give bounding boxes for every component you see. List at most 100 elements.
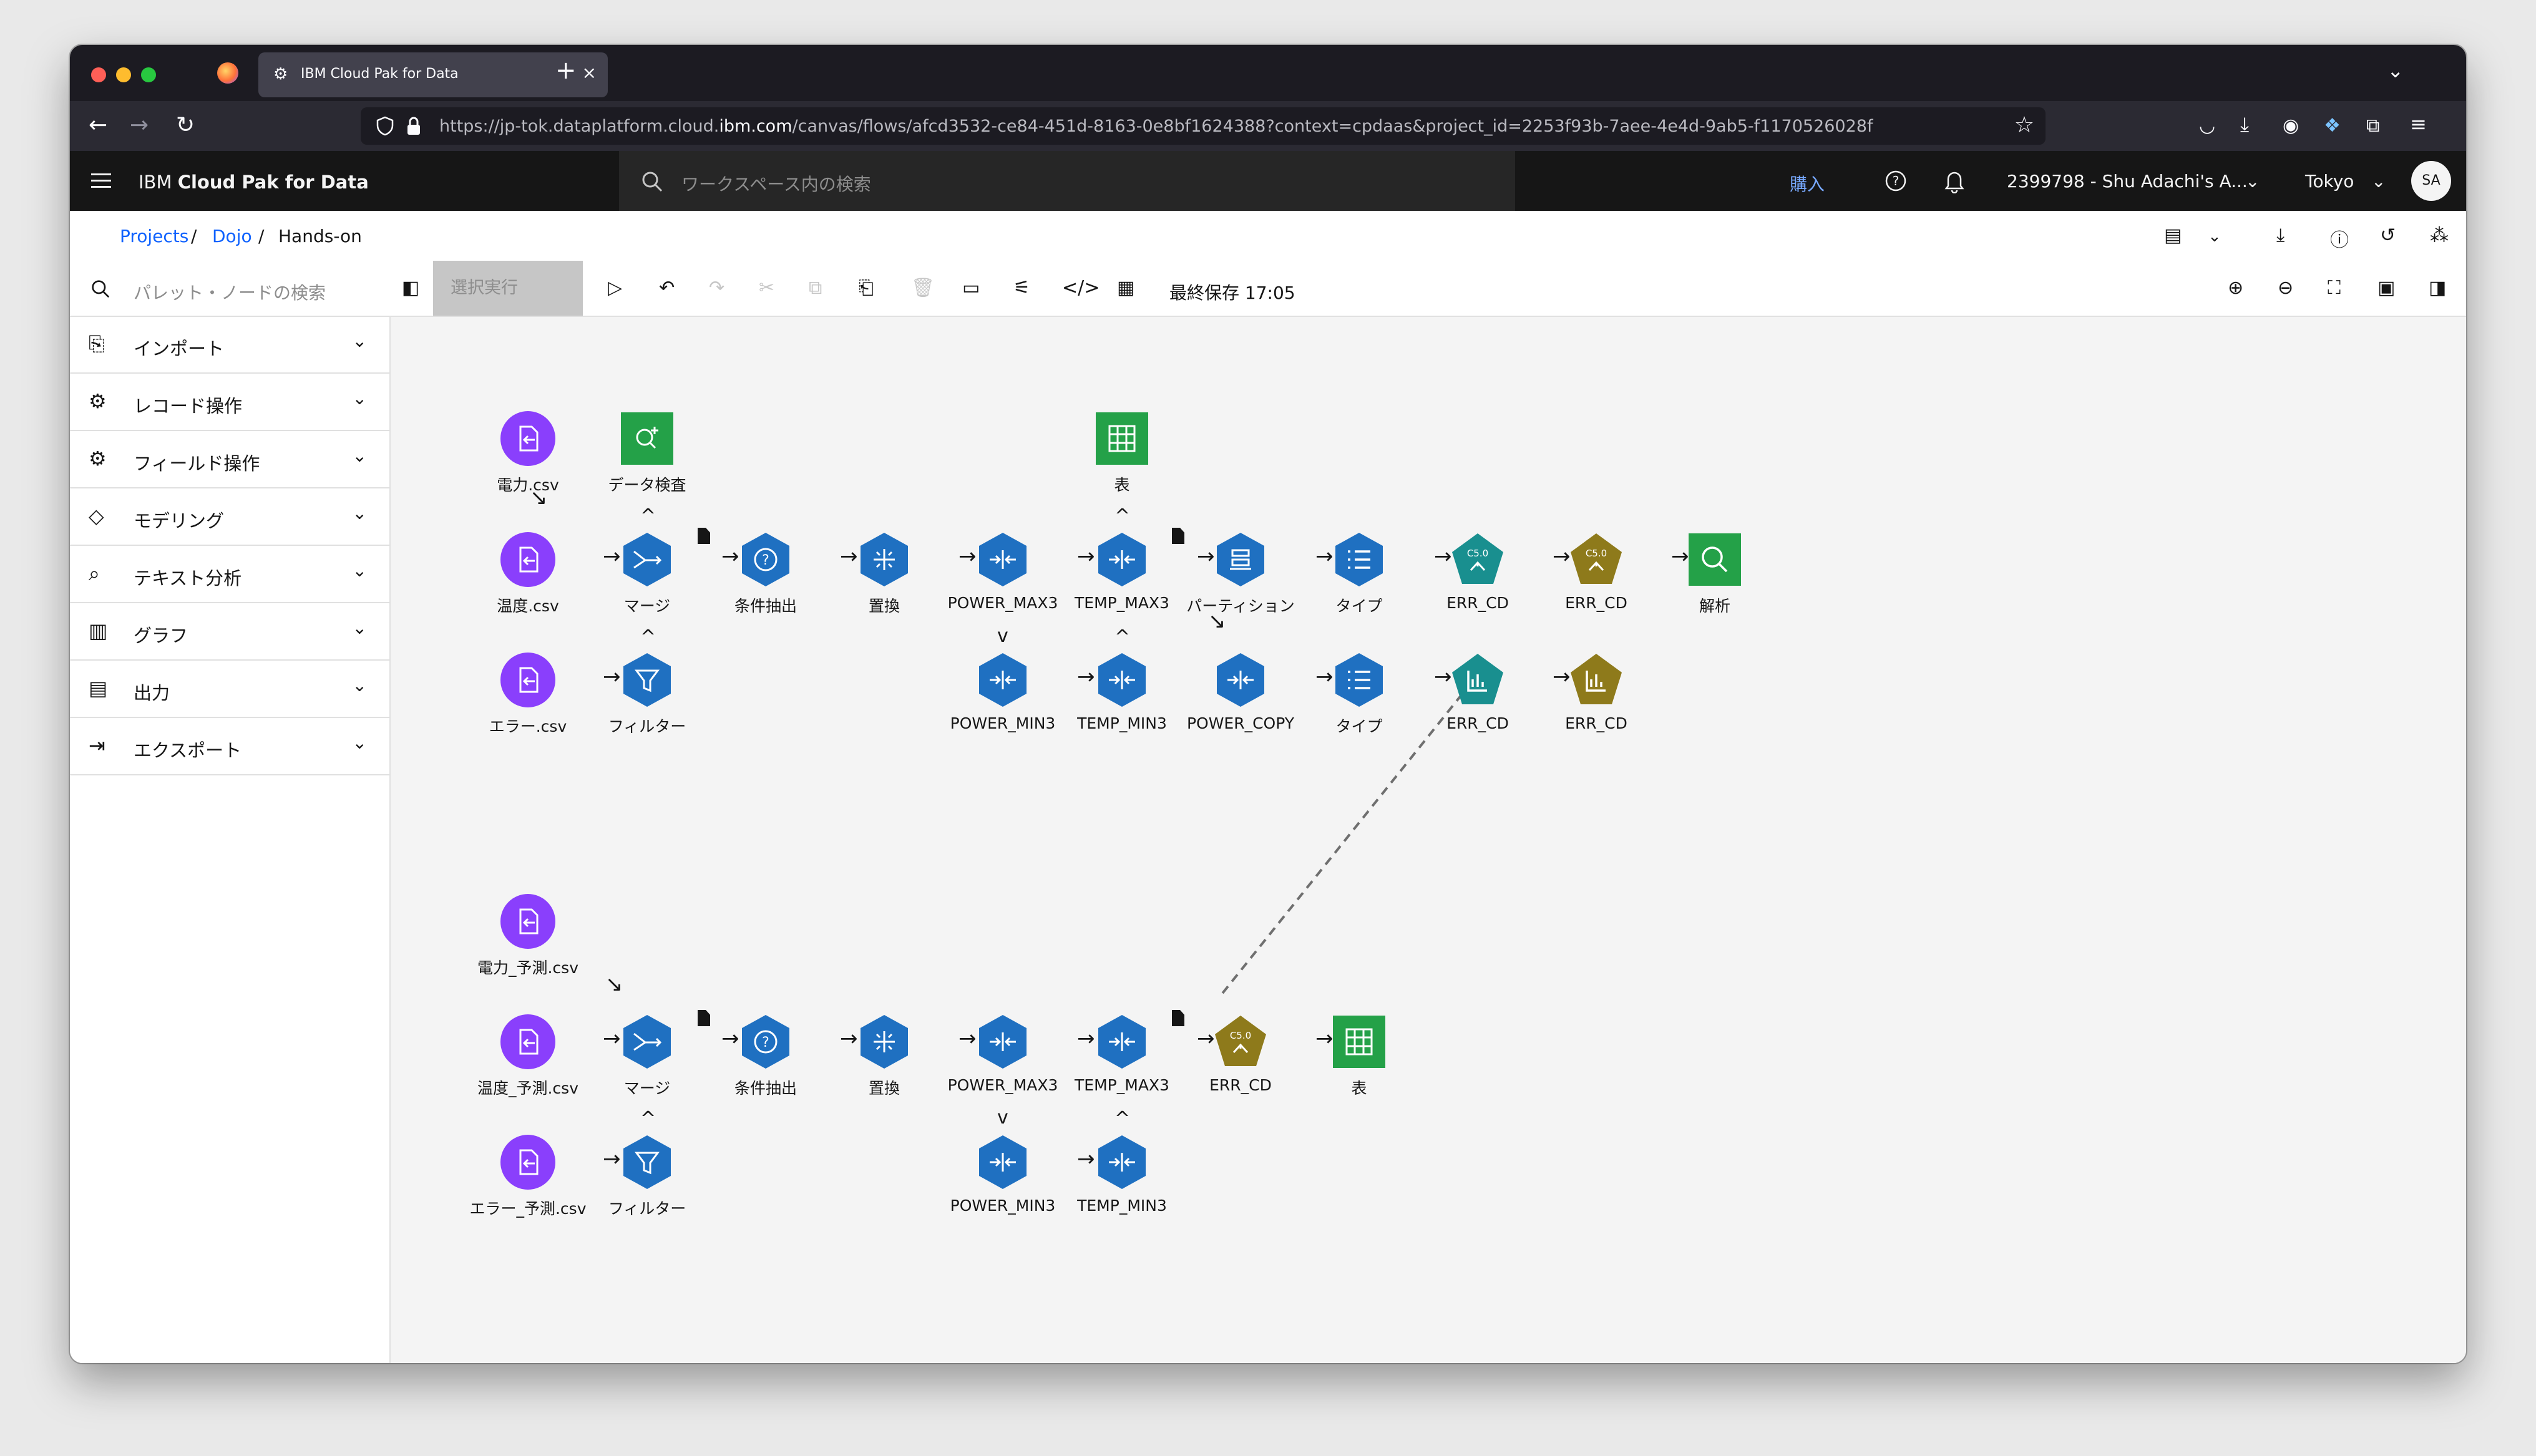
tab-close-icon[interactable]: × — [582, 62, 597, 83]
downloads-icon[interactable]: ⤓ — [2240, 112, 2249, 137]
app-title[interactable]: IBM Cloud Pak for Data — [139, 172, 369, 193]
node-merge-1[interactable]: マージ — [582, 531, 713, 615]
lock-icon[interactable] — [406, 116, 422, 136]
node-power-max3-1[interactable]: POWER_MAX3 — [937, 531, 1068, 612]
buy-link[interactable]: 購入 — [1790, 171, 1825, 196]
reload-icon[interactable]: ↻ — [176, 112, 195, 138]
undo-icon[interactable]: ↶ — [659, 277, 675, 299]
flow-settings-icon[interactable]: ▤ — [2164, 225, 2182, 246]
download-icon[interactable]: ⤓ — [2276, 225, 2285, 246]
palette-search-input[interactable]: パレット・ノードの検索 — [70, 261, 389, 317]
node-data-audit[interactable]: データ検査 — [582, 410, 713, 494]
history-icon[interactable]: ↺ — [2380, 225, 2396, 246]
node-source-error-pred[interactable]: エラー_予測.csv — [462, 1134, 593, 1218]
node-select-2[interactable]: ? 条件抽出 — [700, 1014, 831, 1097]
toggle-palette-icon[interactable]: ◧ — [402, 277, 419, 299]
main-menu-icon[interactable] — [91, 172, 111, 190]
node-power-copy[interactable]: POWER_COPY — [1175, 652, 1306, 732]
node-errcd-model-2[interactable]: ERR_CD — [1412, 652, 1543, 732]
run-selection-button[interactable]: 選択実行 — [433, 261, 583, 316]
close-window-button[interactable] — [91, 67, 106, 82]
node-replace-2[interactable]: 置換 — [819, 1014, 950, 1097]
node-source-error[interactable]: エラー.csv — [462, 652, 593, 735]
palette-item-modeling[interactable]: ◇ モデリング ⌄ — [70, 488, 389, 546]
palette-item-export[interactable]: ⇥ エクスポート ⌄ — [70, 717, 389, 775]
node-source-temp-pred[interactable]: 温度_予測.csv — [462, 1014, 593, 1097]
settings-icon[interactable]: ⁂ — [2430, 225, 2449, 246]
node-temp-min3-2[interactable]: TEMP_MIN3 — [1056, 1134, 1188, 1215]
maximize-window-button[interactable] — [141, 67, 156, 82]
redo-icon[interactable]: ↷ — [709, 277, 724, 299]
region-selector[interactable]: Tokyo — [2305, 171, 2354, 192]
node-replace-1[interactable]: 置換 — [819, 531, 950, 615]
node-select-1[interactable]: ? 条件抽出 — [700, 531, 831, 615]
node-temp-max3-1[interactable]: TEMP_MAX3 — [1056, 531, 1188, 612]
delete-icon[interactable]: 🗑 — [911, 277, 935, 299]
node-analysis[interactable]: 解析 — [1649, 531, 1780, 615]
node-type-1[interactable]: タイプ — [1294, 531, 1425, 615]
url-text[interactable]: https://jp-tok.dataplatform.cloud.ibm.co… — [439, 117, 1873, 136]
minimap-icon[interactable]: ▣ — [2378, 277, 2395, 299]
node-merge-2[interactable]: マージ — [582, 1014, 713, 1097]
run-icon[interactable]: ▷ — [608, 277, 622, 299]
copy-icon[interactable]: ⧉ — [809, 277, 822, 299]
comment-icon[interactable]: ▭ — [962, 277, 980, 299]
zoom-to-fit-icon[interactable]: ⛶ — [2328, 277, 2341, 299]
account-chevron-icon[interactable]: ⌄ — [2245, 171, 2260, 192]
node-power-min3-2[interactable]: POWER_MIN3 — [937, 1134, 1068, 1215]
region-chevron-icon[interactable]: ⌄ — [2371, 171, 2386, 192]
bookmark-star-icon[interactable]: ☆ — [2014, 112, 2034, 138]
workspace-search-input[interactable]: ワークスペース内の検索 — [619, 151, 1515, 211]
flow-canvas[interactable]: 電力.csv データ検査 表 ↘ ^ ^ 温度.csv → マージ → ? 条件… — [391, 317, 2466, 1363]
node-temp-max3-2[interactable]: TEMP_MAX3 — [1056, 1014, 1188, 1094]
node-errcd-nugget-2[interactable]: ERR_CD — [1531, 652, 1662, 732]
node-power-min3-1[interactable]: POWER_MIN3 — [937, 652, 1068, 732]
node-errcd-c50-model-1[interactable]: C5.0 ERR_CD — [1412, 531, 1543, 612]
url-bar[interactable]: https://jp-tok.dataplatform.cloud.ibm.co… — [361, 107, 2046, 145]
avatar[interactable]: SA — [2411, 161, 2451, 201]
forward-icon[interactable]: → — [130, 112, 149, 138]
shield-icon[interactable] — [376, 116, 394, 136]
node-table-bottom[interactable]: 表 — [1294, 1014, 1425, 1097]
account-switcher[interactable]: 2399798 - Shu Adachi's A... — [2007, 171, 2248, 192]
breadcrumb-projects[interactable]: Projects — [120, 226, 188, 246]
extension-icon[interactable]: ❖ — [2324, 115, 2341, 137]
extension-translate-icon[interactable]: ◉ — [2283, 115, 2299, 137]
node-errcd-c50-nugget-1[interactable]: C5.0 ERR_CD — [1531, 531, 1662, 612]
settings-sliders-icon[interactable]: ⚟ — [1013, 277, 1030, 299]
cut-icon[interactable]: ✂ — [759, 277, 774, 299]
node-power-max3-2[interactable]: POWER_MAX3 — [937, 1014, 1068, 1094]
palette-item-record-ops[interactable]: ⚙ レコード操作 ⌄ — [70, 373, 389, 431]
help-icon[interactable]: ? — [1885, 170, 1907, 192]
side-panel-icon[interactable]: ◨ — [2429, 277, 2446, 299]
pocket-icon[interactable]: ◡ — [2199, 115, 2215, 137]
code-icon[interactable]: </> — [1062, 277, 1100, 299]
minimize-window-button[interactable] — [116, 67, 131, 82]
new-tab-button[interactable]: + — [555, 56, 577, 85]
extensions-puzzle-icon[interactable]: ⧉ — [2366, 115, 2379, 137]
palette-item-import[interactable]: ⎘ インポート ⌄ — [70, 316, 389, 374]
node-source-power-pred[interactable]: 電力_予測.csv — [462, 893, 593, 977]
info-icon[interactable]: ⓘ — [2330, 225, 2349, 252]
zoom-out-icon[interactable]: ⊖ — [2278, 277, 2293, 299]
node-filter-2[interactable]: フィルター — [582, 1134, 713, 1218]
node-table-top[interactable]: 表 — [1056, 410, 1188, 494]
firefox-icon[interactable] — [217, 62, 238, 84]
node-errcd-c50-nugget-3[interactable]: C5.0 ERR_CD — [1175, 1014, 1306, 1094]
node-type-2[interactable]: タイプ — [1294, 652, 1425, 735]
paste-icon[interactable]: ⎗ — [859, 277, 874, 299]
menu-hamburger-icon[interactable]: ≡ — [2410, 112, 2427, 136]
tab-list-chevron-icon[interactable]: ⌄ — [2387, 59, 2404, 82]
node-filter-1[interactable]: フィルター — [582, 652, 713, 735]
palette-item-graph[interactable]: ▥ グラフ ⌄ — [70, 603, 389, 661]
node-partition[interactable]: パーティション — [1175, 531, 1306, 615]
flow-properties-icon[interactable]: ▦ — [1117, 277, 1134, 299]
zoom-in-icon[interactable]: ⊕ — [2228, 277, 2243, 299]
palette-item-text-analysis[interactable]: ⌕ テキスト分析 ⌄ — [70, 545, 389, 603]
breadcrumb-dojo[interactable]: Dojo — [212, 226, 252, 246]
back-icon[interactable]: ← — [89, 112, 107, 138]
node-temp-min3-1[interactable]: TEMP_MIN3 — [1056, 652, 1188, 732]
palette-item-field-ops[interactable]: ⚙ フィールド操作 ⌄ — [70, 430, 389, 488]
node-source-power[interactable]: 電力.csv — [462, 410, 593, 494]
node-source-temp[interactable]: 温度.csv — [462, 531, 593, 615]
